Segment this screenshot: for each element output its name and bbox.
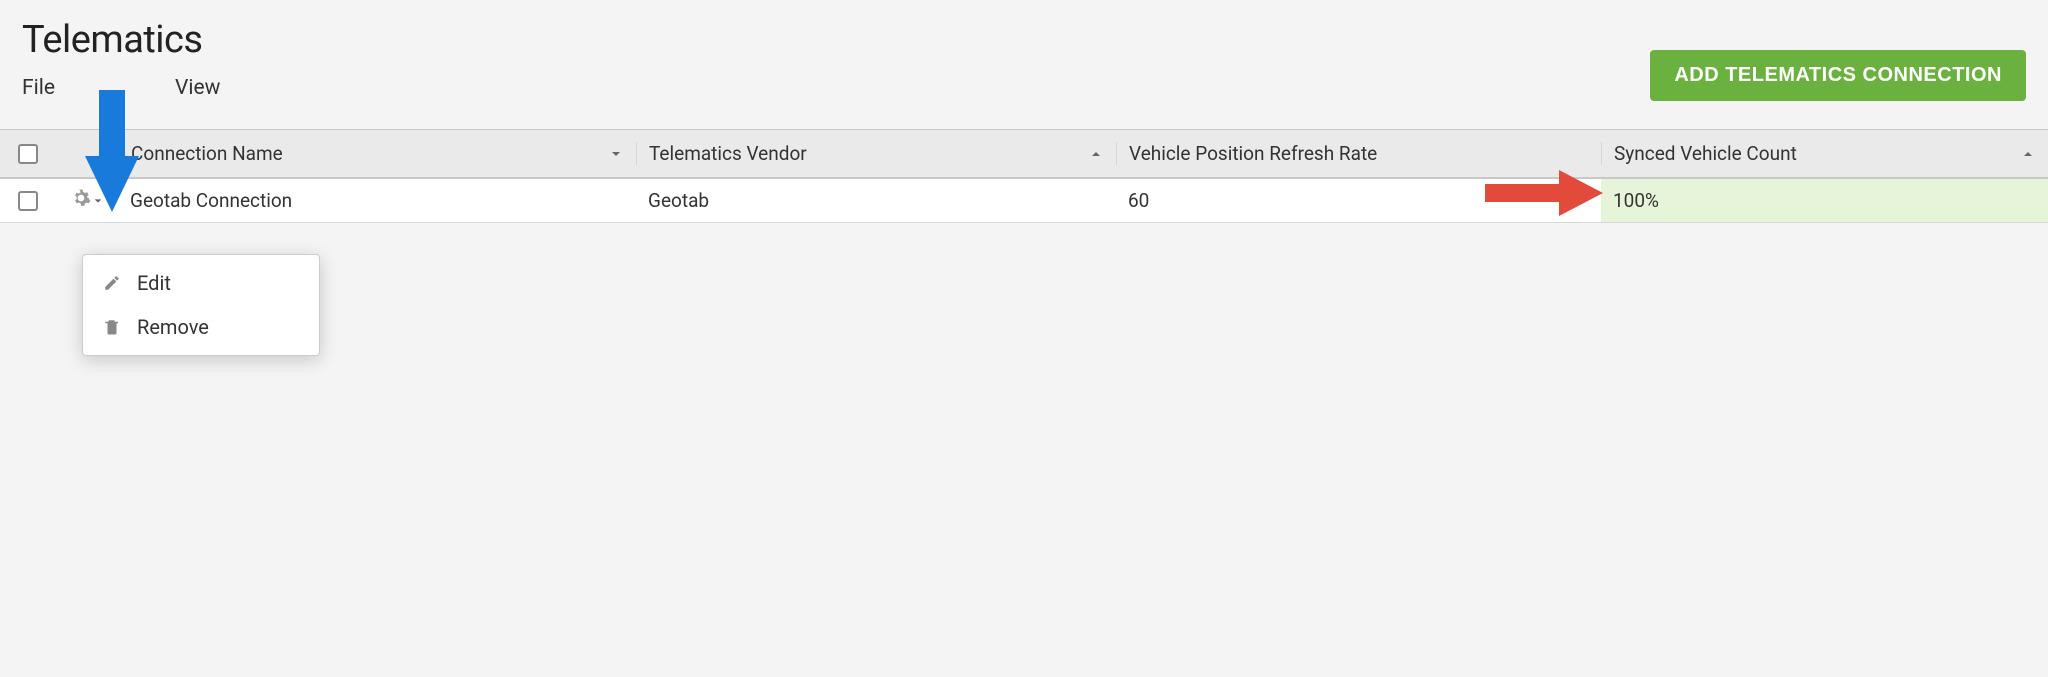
menu-item-label: Edit bbox=[137, 271, 171, 295]
annotation-blue-arrow-icon bbox=[85, 90, 139, 217]
menu-file[interactable]: File bbox=[22, 76, 55, 100]
menu-item-remove[interactable]: Remove bbox=[83, 305, 319, 349]
column-header-synced-count[interactable]: Synced Vehicle Count bbox=[1601, 142, 2048, 165]
column-label: Synced Vehicle Count bbox=[1614, 142, 1797, 165]
column-header-connection-name[interactable]: Connection Name bbox=[118, 142, 636, 165]
select-all-checkbox[interactable] bbox=[18, 144, 38, 164]
row-select-checkbox[interactable] bbox=[18, 191, 38, 211]
cell-vendor: Geotab bbox=[648, 189, 709, 212]
add-telematics-connection-button[interactable]: ADD TELEMATICS CONNECTION bbox=[1650, 50, 2026, 101]
column-header-telematics-vendor[interactable]: Telematics Vendor bbox=[636, 142, 1116, 165]
caret-down-icon bbox=[610, 148, 622, 160]
telematics-grid: Connection Name Telematics Vendor Vehicl… bbox=[0, 129, 2048, 223]
page-title: Telematics bbox=[22, 18, 220, 62]
grid-header-row: Connection Name Telematics Vendor Vehicl… bbox=[0, 129, 2048, 179]
row-actions-menu: Edit Remove bbox=[82, 254, 320, 356]
menu-view[interactable]: View bbox=[175, 76, 220, 100]
pencil-icon bbox=[101, 274, 123, 292]
cell-connection-name: Geotab Connection bbox=[130, 189, 292, 212]
column-label: Vehicle Position Refresh Rate bbox=[1129, 142, 1377, 165]
column-label: Connection Name bbox=[131, 142, 283, 165]
cell-refresh-rate: 60 bbox=[1128, 189, 1149, 212]
table-row: Geotab Connection Geotab 60 100% bbox=[0, 179, 2048, 223]
annotation-red-arrow-icon bbox=[1485, 170, 1603, 221]
menu-item-label: Remove bbox=[137, 315, 209, 339]
caret-up-icon bbox=[1090, 148, 1102, 160]
caret-up-icon bbox=[2022, 148, 2034, 160]
column-label: Telematics Vendor bbox=[649, 142, 807, 165]
trash-icon bbox=[101, 318, 123, 336]
column-header-refresh-rate[interactable]: Vehicle Position Refresh Rate bbox=[1116, 142, 1601, 165]
cell-synced-count: 100% bbox=[1613, 189, 1659, 212]
menu-item-edit[interactable]: Edit bbox=[83, 261, 319, 305]
